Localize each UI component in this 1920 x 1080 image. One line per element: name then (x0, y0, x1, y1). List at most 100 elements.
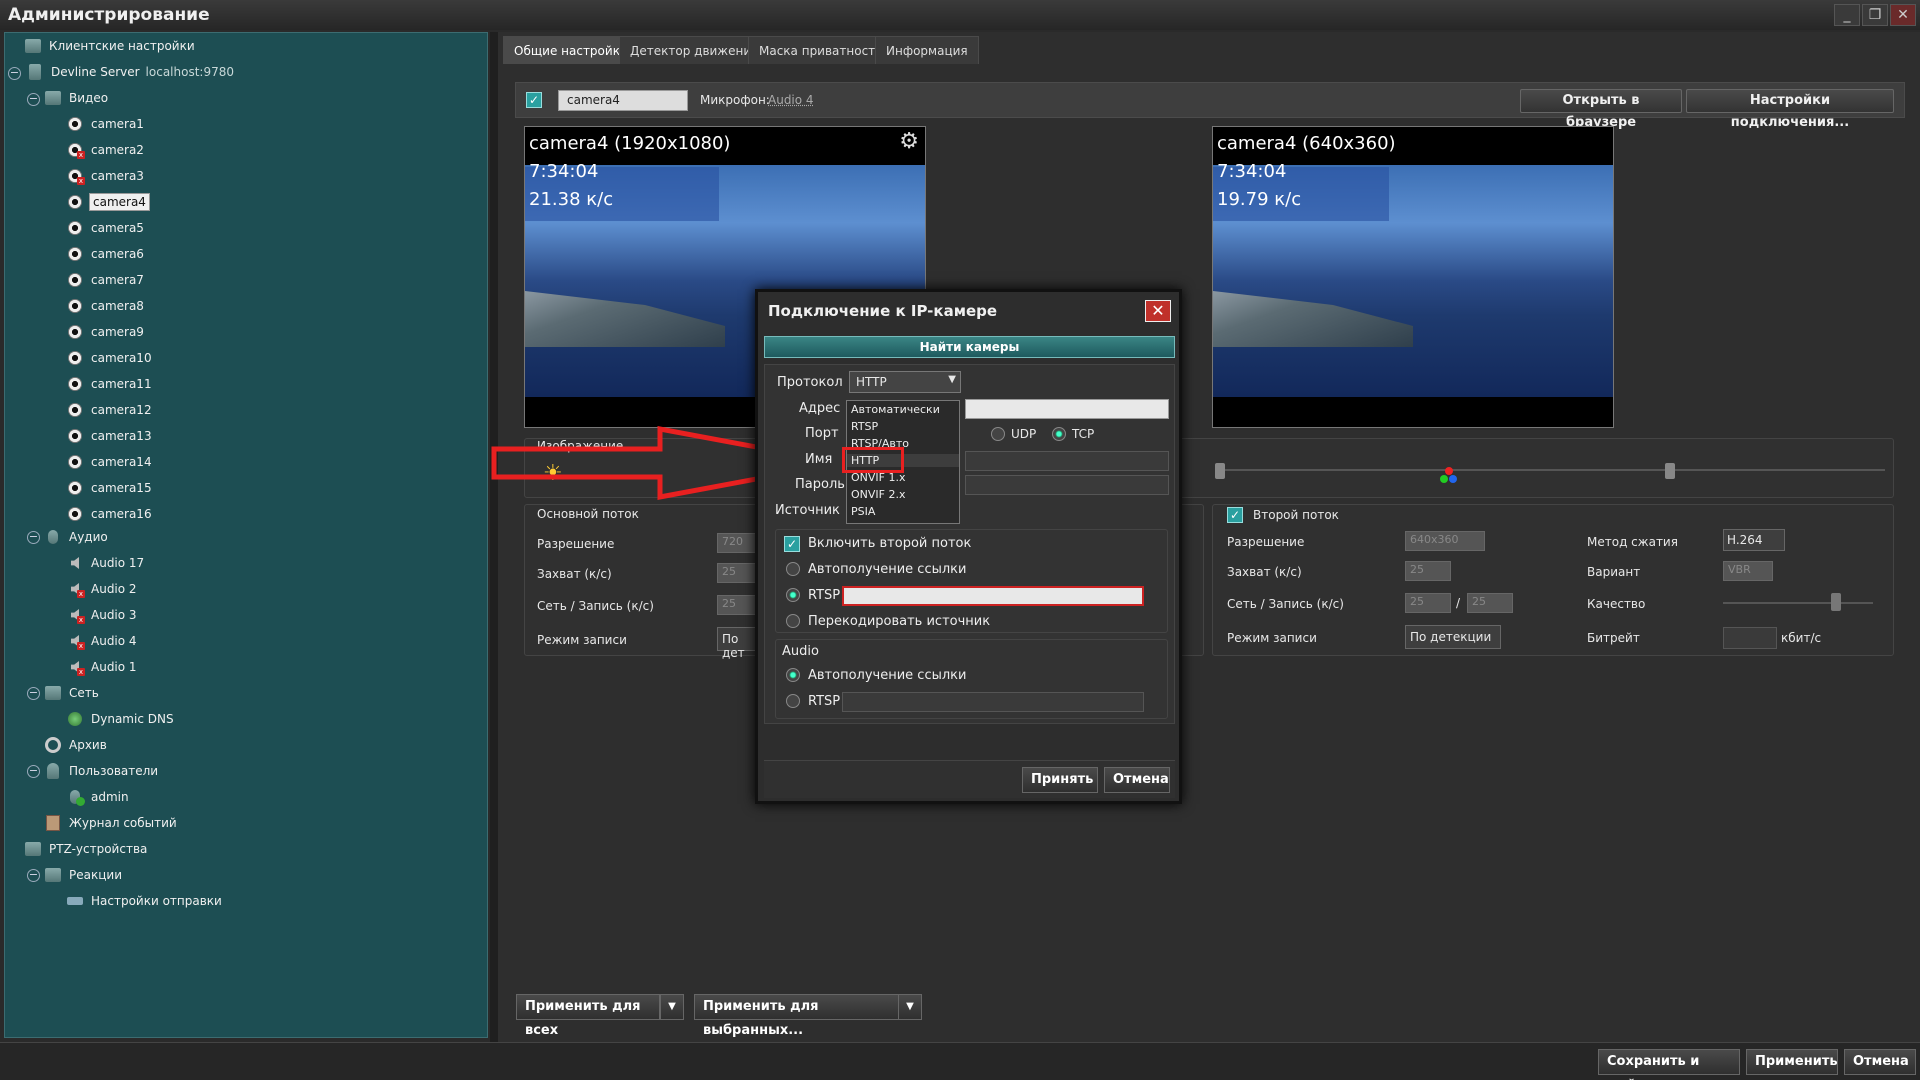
tree-item-audio-source[interactable]: x Audio 2 (65, 578, 139, 600)
slider-handle[interactable] (1215, 463, 1225, 479)
slider-handle[interactable] (1665, 463, 1675, 479)
enable-second-stream-checkbox[interactable]: ✓ (784, 536, 800, 552)
find-cameras-button[interactable]: Найти камеры (764, 336, 1175, 358)
tree-item-camera[interactable]: camera11 (65, 373, 154, 395)
tree-item-camera[interactable]: camera13 (65, 425, 154, 447)
recode-radio[interactable] (786, 614, 800, 628)
audio-rtsp-radio[interactable] (786, 694, 800, 708)
tab-info[interactable]: Информация (875, 36, 979, 64)
tab-motion-detector[interactable]: Детектор движения (619, 36, 770, 64)
password-input[interactable] (965, 475, 1169, 495)
apply-button[interactable]: Применить (1746, 1049, 1838, 1075)
address-input[interactable] (965, 399, 1169, 419)
resolution-select[interactable]: 640x360 (1405, 531, 1485, 551)
rtsp-radio[interactable] (786, 588, 800, 602)
tree-item-users[interactable]: Пользователи (43, 760, 160, 782)
tree-item-camera[interactable]: camera6 (65, 243, 146, 265)
udp-radio[interactable] (991, 427, 1005, 441)
splitter[interactable] (490, 32, 498, 1042)
tree-item-camera[interactable]: camera7 (65, 269, 146, 291)
tree-item-audio-source[interactable]: x Audio 1 (65, 656, 139, 678)
bitrate-input[interactable] (1723, 627, 1777, 649)
protocol-option[interactable]: ONVIF 2.x (851, 488, 905, 501)
protocol-option[interactable]: RTSP (851, 420, 878, 433)
microphone-link[interactable]: Audio 4 (768, 93, 814, 107)
camera-icon (65, 505, 85, 523)
accept-button[interactable]: Принять (1022, 767, 1098, 793)
close-button[interactable]: ✕ (1890, 4, 1916, 26)
protocol-option[interactable]: PSIA (851, 505, 875, 518)
tree-item-server[interactable]: Devline Server localhost:9780 (25, 61, 234, 83)
tab-privacy-mask[interactable]: Маска приватности (748, 36, 894, 64)
collapse-icon[interactable]: − (27, 869, 40, 882)
cancel-button[interactable]: Отмена (1104, 767, 1170, 793)
tree-item-camera[interactable]: x camera3 (65, 165, 146, 187)
save-and-exit-button[interactable]: Сохранить и выйти (1598, 1049, 1740, 1080)
audio-label: Audio 1 (91, 660, 137, 674)
name-input[interactable] (965, 451, 1169, 471)
maximize-button[interactable]: ❐ (1862, 4, 1888, 26)
tree-item-video[interactable]: Видео (43, 87, 110, 109)
protocol-select[interactable]: HTTP ▼ (849, 371, 961, 393)
user-icon (65, 788, 85, 806)
camera-enabled-checkbox[interactable]: ✓ (526, 92, 542, 108)
collapse-icon[interactable]: − (8, 67, 21, 80)
auto-link-radio[interactable] (786, 562, 800, 576)
network-select[interactable]: 25 (1405, 593, 1451, 613)
tree-item-camera[interactable]: camera12 (65, 399, 154, 421)
tree-item-camera[interactable]: camera4 (65, 191, 150, 213)
apply-selected-button[interactable]: Применить для выбранных... (694, 994, 908, 1038)
second-stream-panel: ✓ Второй поток Разрешение 640x360 Захват… (1212, 504, 1894, 656)
variant-select[interactable]: VBR (1723, 561, 1773, 581)
audio-auto-radio[interactable] (786, 668, 800, 682)
chevron-down-icon[interactable]: ▼ (898, 994, 922, 1020)
record-mode-select[interactable]: По детекции (1405, 625, 1501, 649)
camera-label: camera9 (91, 325, 144, 339)
chevron-down-icon[interactable]: ▼ (660, 994, 684, 1020)
rtsp-url-input[interactable] (842, 586, 1144, 606)
collapse-icon[interactable]: − (27, 531, 40, 544)
codec-select[interactable]: H.264 (1723, 529, 1785, 551)
audio-rtsp-input[interactable] (842, 692, 1144, 712)
collapse-icon[interactable]: − (27, 765, 40, 778)
tree-item-camera[interactable]: camera14 (65, 451, 154, 473)
tree-item-camera[interactable]: camera16 (65, 503, 154, 525)
tree-item-reactions[interactable]: Реакции (43, 864, 124, 886)
tree-item-network[interactable]: Сеть (43, 682, 101, 704)
cancel-main-button[interactable]: Отмена (1844, 1049, 1916, 1075)
tree-item-archive[interactable]: Архив (43, 734, 109, 756)
tree-item-camera[interactable]: camera10 (65, 347, 154, 369)
second-stream-checkbox[interactable]: ✓ (1227, 507, 1243, 523)
tree-item-camera[interactable]: camera1 (65, 113, 146, 135)
tree-item-dynamic-dns[interactable]: Dynamic DNS (65, 708, 176, 730)
tree-item-audio[interactable]: Аудио (43, 526, 110, 548)
dialog-close-button[interactable]: ✕ (1145, 300, 1171, 322)
tree-item-camera[interactable]: camera8 (65, 295, 146, 317)
tree-item-camera[interactable]: camera15 (65, 477, 154, 499)
tree-item-audio-source[interactable]: x Audio 3 (65, 604, 139, 626)
tree-item-camera[interactable]: camera9 (65, 321, 146, 343)
tree-item-client-settings[interactable]: Клиентские настройки (23, 35, 197, 57)
gear-icon[interactable]: ⚙ (899, 129, 919, 154)
tree-item-camera[interactable]: x camera2 (65, 139, 146, 161)
tree-item-send-settings[interactable]: Настройки отправки (65, 890, 224, 912)
collapse-icon[interactable]: − (27, 687, 40, 700)
tree-item-admin[interactable]: admin (65, 786, 131, 808)
minimize-button[interactable]: _ (1834, 4, 1860, 26)
second-stream-preview[interactable]: camera4 (640x360) 7:34:04 19.79 к/с (1212, 126, 1614, 428)
tcp-radio[interactable] (1052, 427, 1066, 441)
open-in-browser-button[interactable]: Открыть в браузере (1520, 89, 1682, 130)
tree-item-camera[interactable]: camera5 (65, 217, 146, 239)
apply-all-button[interactable]: Применить для всех (516, 994, 660, 1038)
tree-item-journal[interactable]: Журнал событий (43, 812, 179, 834)
connection-settings-button[interactable]: Настройки подключения... (1686, 89, 1894, 130)
tree-item-audio-source[interactable]: Audio 17 (65, 552, 146, 574)
tree-item-ptz[interactable]: PTZ-устройства (23, 838, 149, 860)
capture-select[interactable]: 25 (1405, 561, 1451, 581)
collapse-icon[interactable]: − (27, 93, 40, 106)
protocol-option[interactable]: Автоматически (851, 403, 940, 416)
tree-item-audio-source[interactable]: x Audio 4 (65, 630, 139, 652)
quality-slider-handle[interactable] (1831, 593, 1841, 611)
camera-name-input[interactable]: camera4 (558, 90, 688, 111)
record-select[interactable]: 25 (1467, 593, 1513, 613)
